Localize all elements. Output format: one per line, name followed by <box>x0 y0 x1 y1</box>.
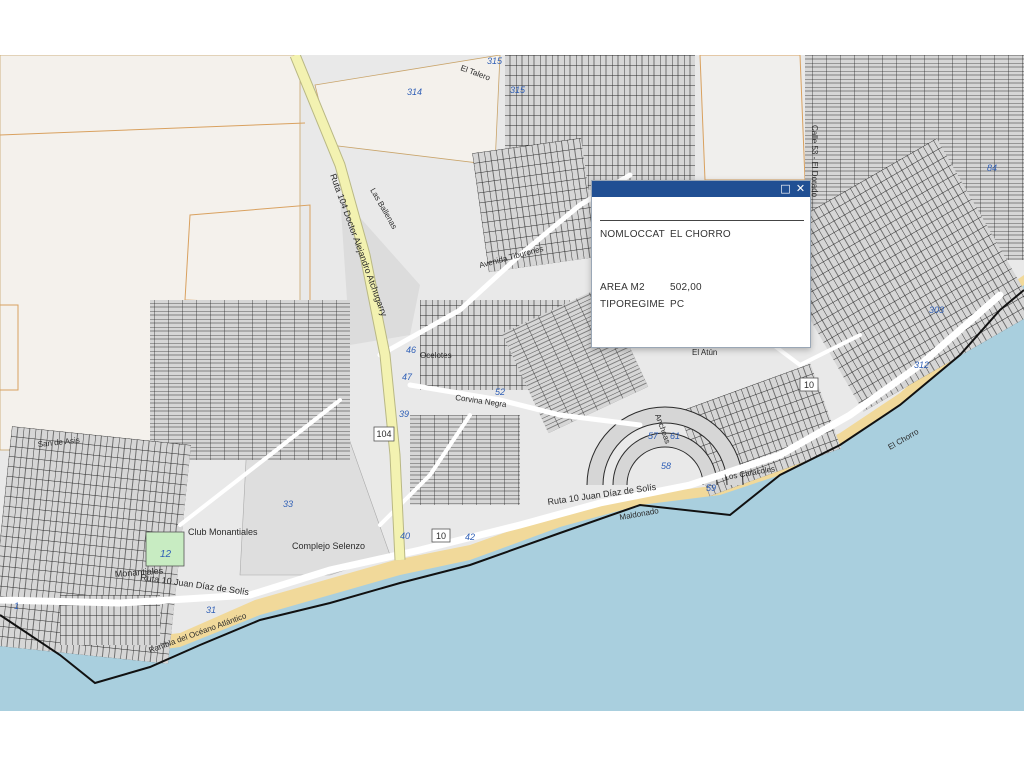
feature-info-popup: □ ✕ NOMLOCCAT EL CHORRO AREA M2 502,00 TIP… <box>591 180 811 348</box>
svg-text:104: 104 <box>376 429 391 439</box>
attr-row-tiporegime: TIPOREGIME PC <box>600 299 684 310</box>
svg-text:10: 10 <box>804 380 814 390</box>
popup-divider <box>600 220 804 221</box>
svg-text:84: 84 <box>987 163 997 173</box>
svg-text:312: 312 <box>914 360 929 370</box>
attr-value: 502,00 <box>670 282 702 293</box>
street-label-el-dorado: Calle 53 - El Dorado <box>810 125 819 198</box>
route-shield-10-east: 10 <box>799 377 819 392</box>
close-icon[interactable]: ✕ <box>794 182 807 195</box>
svg-text:303: 303 <box>929 305 944 315</box>
svg-text:1: 1 <box>14 601 19 611</box>
attr-key: NOMLOCCAT <box>600 229 665 240</box>
popup-title-bar: □ ✕ <box>592 181 810 197</box>
svg-text:47: 47 <box>402 372 413 382</box>
area-label-complejo: Complejo Selenzo <box>292 541 365 551</box>
svg-text:10: 10 <box>436 531 446 541</box>
svg-text:31: 31 <box>206 605 216 615</box>
attr-key: TIPOREGIME <box>600 299 665 310</box>
route-shield-10-west: 10 <box>431 528 451 543</box>
svg-text:61: 61 <box>670 431 680 441</box>
maximize-icon[interactable]: □ <box>779 182 792 195</box>
street-label-el-atun: El Atún <box>692 348 717 357</box>
svg-text:315: 315 <box>510 85 526 95</box>
svg-text:33: 33 <box>283 499 293 509</box>
svg-text:57: 57 <box>648 431 659 441</box>
area-label-club: Club Monantiales <box>188 527 258 537</box>
svg-text:12: 12 <box>160 549 172 560</box>
svg-text:42: 42 <box>465 532 475 542</box>
route-shield-104: 104 <box>373 426 395 442</box>
svg-text:52: 52 <box>495 387 505 397</box>
attr-row-area: AREA M2 502,00 <box>600 282 702 293</box>
attr-key: AREA M2 <box>600 282 645 293</box>
svg-text:46: 46 <box>406 345 416 355</box>
svg-text:40: 40 <box>400 531 410 541</box>
svg-text:39: 39 <box>399 409 409 419</box>
attr-value: PC <box>670 299 685 310</box>
svg-text:315: 315 <box>487 56 503 66</box>
svg-text:58: 58 <box>661 461 671 471</box>
street-label-ocelotes: Ocelotes <box>420 351 452 360</box>
svg-text:59: 59 <box>706 483 716 493</box>
attr-row-nomloccat: NOMLOCCAT EL CHORRO <box>600 229 731 240</box>
map-canvas[interactable]: Ruta 104 Doctor Alejandro Atchugarry Rut… <box>0 55 1024 711</box>
svg-text:314: 314 <box>407 87 422 97</box>
attr-value: EL CHORRO <box>670 229 731 240</box>
